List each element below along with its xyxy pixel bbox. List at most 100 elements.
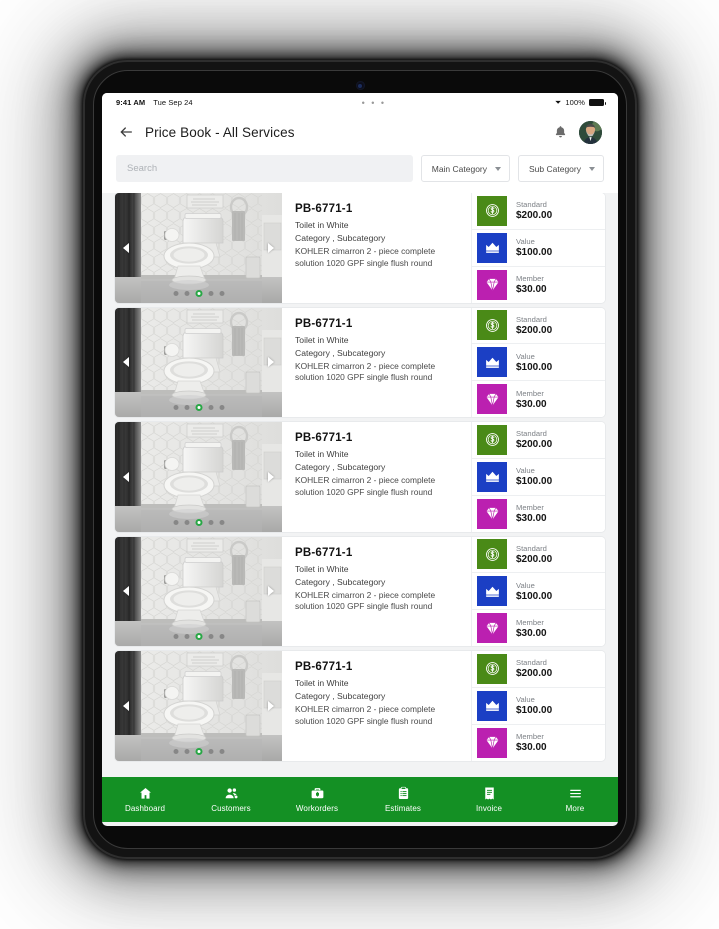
price-tier-amount: $100.00 [516, 705, 553, 717]
price-tier-row[interactable]: Value $100.00 [472, 344, 605, 382]
back-arrow-icon[interactable] [118, 124, 134, 140]
carousel-dot[interactable] [195, 404, 202, 411]
product-card[interactable]: PB-6771-1 Toilet in White Category , Subca… [115, 193, 605, 303]
price-tier-label: Value [516, 237, 535, 247]
product-thumbnail[interactable] [115, 193, 282, 303]
price-tier-row[interactable]: Member $30.00 [472, 381, 605, 417]
price-tier-row[interactable]: Standard $200.00 [472, 536, 605, 574]
price-tier-row[interactable]: Value $100.00 [472, 229, 605, 267]
carousel-dot[interactable] [195, 633, 202, 640]
price-tier-row[interactable]: Standard $200.00 [472, 307, 605, 345]
price-tier-row[interactable]: Member $30.00 [472, 724, 605, 761]
price-tier-label: Member [516, 732, 544, 742]
product-description: KOHLER cimarron 2 - piece complete solut… [295, 475, 436, 497]
carousel-dot[interactable] [208, 519, 213, 525]
carousel-dot[interactable] [208, 290, 213, 296]
chevron-right-icon[interactable] [268, 357, 274, 368]
carousel-dots [173, 404, 224, 411]
nav-item-customers[interactable]: Customers [188, 786, 274, 813]
product-thumbnail[interactable] [115, 422, 282, 532]
product-list[interactable]: PB-6771-1 Toilet in White Category , Subca… [102, 193, 618, 777]
product-category: Category , Subcategory [295, 462, 386, 472]
nav-item-invoice[interactable]: Invoice [446, 786, 532, 813]
product-thumbnail[interactable] [115, 651, 282, 761]
carousel-dot[interactable] [219, 748, 224, 754]
product-thumbnail[interactable] [115, 536, 282, 646]
price-tier-amount: $30.00 [516, 742, 547, 754]
carousel-dot[interactable] [195, 518, 202, 526]
dollar-coin-icon [477, 310, 507, 341]
chevron-right-icon[interactable] [268, 700, 274, 711]
sub-category-dropdown[interactable]: Sub Category [518, 155, 604, 182]
price-tier-row[interactable]: Value $100.00 [472, 458, 605, 496]
battery-percent: 100% [565, 98, 585, 107]
search-input[interactable] [116, 155, 413, 182]
product-info: PB-6771-1 Toilet in White Category , Subca… [282, 537, 471, 647]
carousel-dot[interactable] [173, 405, 178, 410]
nav-item-estimates[interactable]: Estimates [360, 786, 446, 813]
price-tier-amount: $200.00 [516, 210, 553, 222]
carousel-dot[interactable] [173, 634, 178, 639]
chevron-right-icon[interactable] [268, 586, 274, 597]
price-tier-row[interactable]: Standard $200.00 [472, 193, 605, 230]
chevron-right-icon[interactable] [268, 471, 274, 482]
carousel-dot[interactable] [208, 748, 213, 754]
chevron-left-icon[interactable] [123, 242, 129, 253]
carousel-dot[interactable] [173, 519, 178, 525]
price-tier-row[interactable]: Member $30.00 [472, 610, 605, 646]
price-tier-text: Value $100.00 [516, 237, 552, 258]
carousel-dot[interactable] [219, 519, 224, 525]
price-tier-column: Standard $200.00 Value $100.00 Member $30.00 [471, 307, 605, 417]
carousel-dot[interactable] [195, 289, 202, 297]
price-tier-row[interactable]: Value $100.00 [472, 687, 605, 725]
diamond-icon [477, 613, 507, 644]
main-category-dropdown[interactable]: Main Category [420, 155, 511, 182]
chevron-left-icon[interactable] [123, 586, 129, 597]
carousel-dot[interactable] [184, 290, 189, 296]
product-sku: PB-6771-1 [295, 203, 353, 215]
price-tier-label: Member [516, 274, 544, 284]
price-tier-text: Member $30.00 [516, 389, 547, 410]
product-category: Category , Subcategory [295, 691, 386, 701]
chevron-left-icon[interactable] [123, 357, 129, 368]
price-tier-amount: $100.00 [516, 590, 553, 602]
price-tier-row[interactable]: Standard $200.00 [472, 651, 605, 688]
bell-icon[interactable] [553, 124, 568, 140]
carousel-dot[interactable] [184, 519, 189, 525]
nav-item-dashboard[interactable]: Dashboard [102, 786, 188, 813]
price-tier-row[interactable]: Member $30.00 [472, 266, 605, 303]
price-tier-text: Standard $200.00 [516, 544, 552, 565]
nav-item-more[interactable]: More [532, 786, 618, 813]
carousel-dot[interactable] [219, 405, 224, 410]
product-description: KOHLER cimarron 2 - piece complete solut… [295, 704, 436, 726]
chevron-left-icon[interactable] [123, 700, 129, 711]
price-tier-label: Standard [516, 429, 547, 439]
avatar[interactable] [579, 120, 602, 144]
product-card[interactable]: PB-6771-1 Toilet in White Category , Subca… [115, 422, 605, 532]
carousel-dot[interactable] [219, 634, 224, 639]
carousel-dot[interactable] [184, 748, 189, 754]
carousel-dot[interactable] [208, 634, 213, 639]
price-tier-text: Value $100.00 [516, 352, 552, 373]
carousel-dot[interactable] [184, 405, 189, 410]
nav-item-workorders[interactable]: Workorders [274, 786, 360, 813]
front-camera-icon [355, 81, 365, 90]
nav-item-label: Dashboard [124, 804, 166, 813]
product-card[interactable]: PB-6771-1 Toilet in White Category , Subca… [115, 651, 605, 761]
chevron-left-icon[interactable] [123, 471, 129, 482]
carousel-dot[interactable] [195, 747, 202, 755]
dollar-coin-icon [477, 195, 507, 226]
price-tier-row[interactable]: Member $30.00 [472, 495, 605, 532]
price-tier-row[interactable]: Value $100.00 [472, 573, 605, 611]
carousel-dot[interactable] [184, 634, 189, 639]
price-tier-row[interactable]: Standard $200.00 [472, 422, 605, 459]
carousel-dot[interactable] [208, 405, 213, 410]
product-thumbnail[interactable] [115, 307, 282, 417]
carousel-dot[interactable] [173, 290, 178, 296]
carousel-dot[interactable] [173, 748, 178, 754]
product-card[interactable]: PB-6771-1 Toilet in White Category , Subca… [115, 536, 605, 647]
chevron-right-icon[interactable] [268, 242, 274, 253]
product-card[interactable]: PB-6771-1 Toilet in White Category , Subca… [115, 307, 605, 417]
filter-row: Main Category Sub Category [102, 152, 618, 193]
carousel-dot[interactable] [219, 290, 224, 296]
